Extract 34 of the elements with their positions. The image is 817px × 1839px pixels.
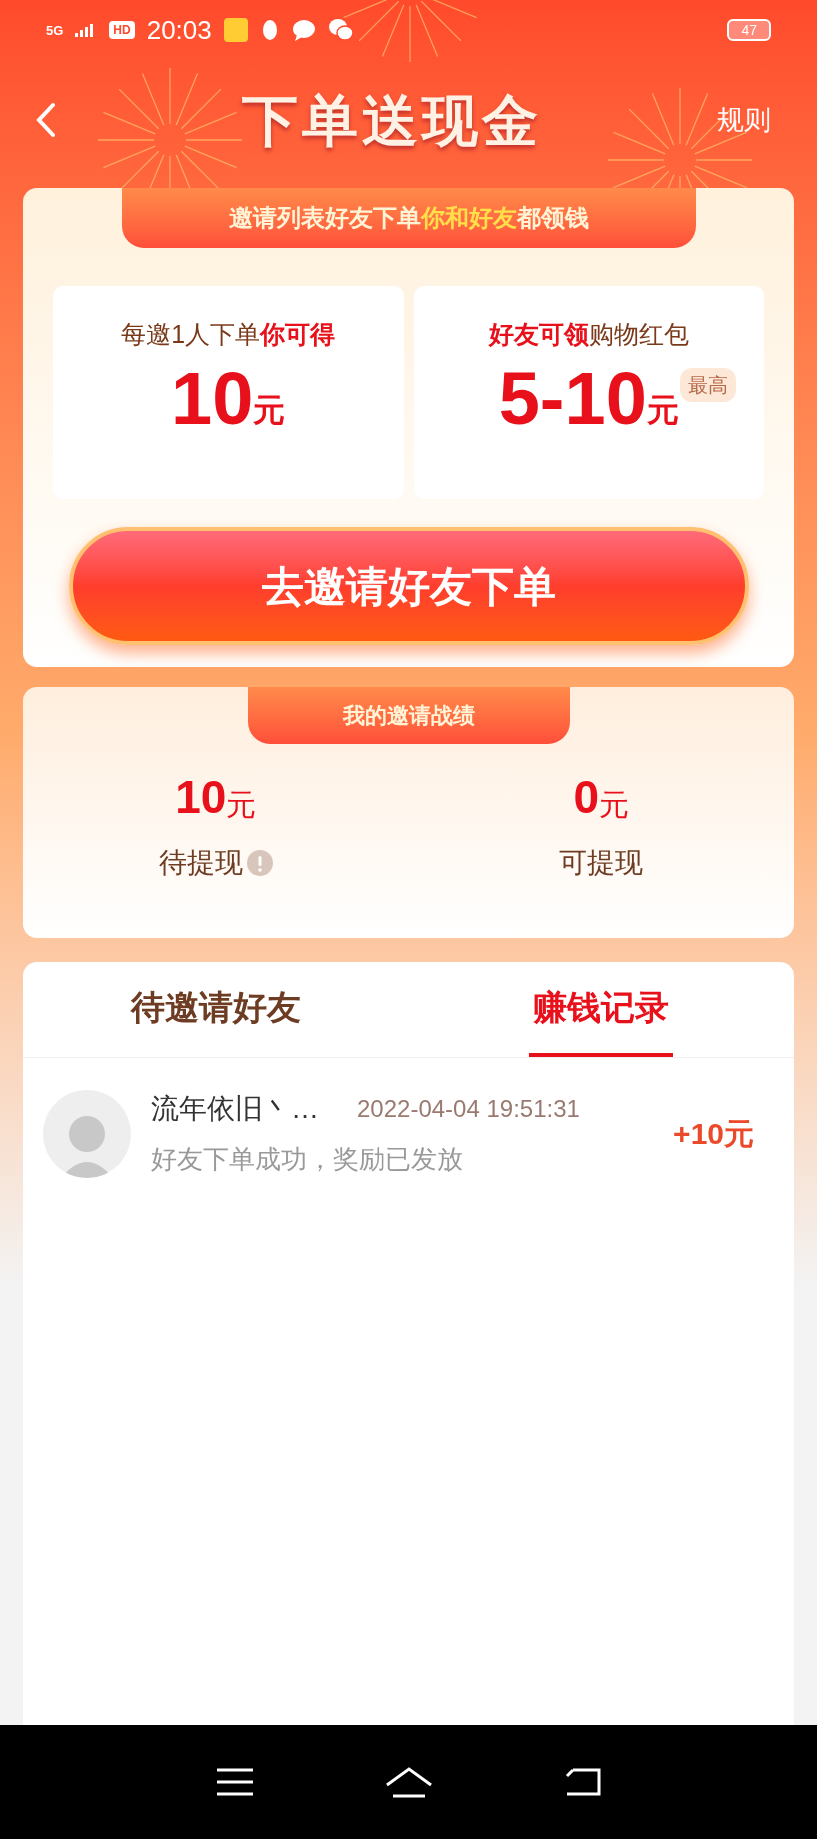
stat-amount: 0 <box>573 774 600 820</box>
record-time: 2022-04-04 19:51:31 <box>357 1094 580 1124</box>
reward-amount: 10 <box>171 361 254 436</box>
max-badge: 最高 <box>680 368 736 402</box>
chat-bubbles-icon <box>327 18 354 42</box>
stat-label: 待提现 <box>158 846 243 880</box>
stat-amount: 10 <box>175 774 227 820</box>
invite-button[interactable]: 去邀请好友下单 <box>68 527 749 645</box>
section-banner: 邀请列表好友下单你和好友都领钱 <box>121 188 696 248</box>
hd-label: HD <box>109 21 135 39</box>
tab[interactable]: 赚钱记录 <box>529 962 674 1057</box>
reward-caption: 每邀1人下单你可得 <box>121 319 336 350</box>
stat-unit: 元 <box>599 790 630 820</box>
record-description: 好友下单成功，奖励已发放 <box>151 1143 464 1176</box>
chat-bubble-icon <box>291 19 316 41</box>
stat-unit: 元 <box>226 790 257 820</box>
home-icon[interactable] <box>383 1765 434 1799</box>
back-icon <box>35 102 57 138</box>
page-title: 下单送现金 <box>241 86 542 155</box>
reward-amount: 5-10 <box>498 361 647 436</box>
friend-name: 流年依旧丶… <box>151 1092 319 1126</box>
clock: 20:03 <box>146 13 212 47</box>
reward-caption: 好友可领购物红包 <box>488 319 689 350</box>
section-banner: 我的邀请战绩 <box>247 687 570 744</box>
stat-label: 可提现 <box>559 846 644 880</box>
reward-unit: 元 <box>646 391 679 430</box>
tab[interactable]: 待邀请好友 <box>126 962 305 1057</box>
reward-value: +10元 <box>673 1116 754 1152</box>
network-label: 5G <box>46 23 64 37</box>
rules-link[interactable]: 规则 <box>717 99 771 141</box>
reward-unit: 元 <box>253 391 286 430</box>
app-icon <box>223 18 248 42</box>
menu-icon[interactable] <box>214 1767 255 1797</box>
battery-indicator: 47 <box>727 19 771 41</box>
